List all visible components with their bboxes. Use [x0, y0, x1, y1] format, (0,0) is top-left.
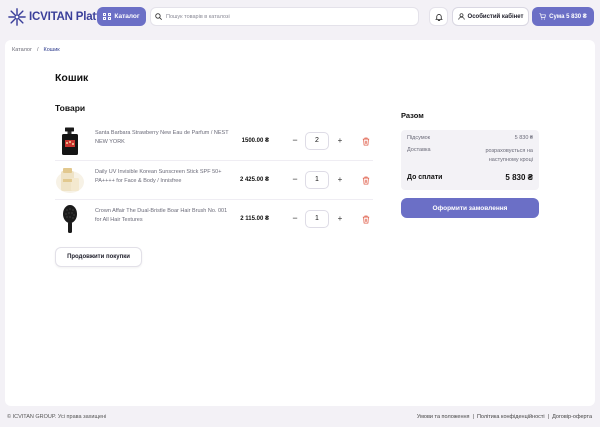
delivery-value-line1: розраховується на: [485, 148, 533, 154]
search-icon: [155, 13, 162, 20]
grid-icon: [103, 12, 111, 21]
quantity-input[interactable]: 1: [305, 210, 329, 228]
header: ICVITAN Platform Каталог Пошук товарів в…: [0, 0, 600, 36]
notifications-button[interactable]: [429, 7, 448, 26]
product-price: 1500.00 ₴: [241, 138, 269, 144]
product-name[interactable]: Daily UV Invisible Korean Sunscreen Stic…: [95, 168, 235, 185]
cart-icon: [539, 13, 546, 20]
total-label: До сплати: [407, 174, 443, 181]
trash-icon[interactable]: [362, 215, 370, 224]
perfume-bottle-icon[interactable]: [55, 126, 85, 156]
total-row: До сплати 5 830 ₴: [407, 173, 533, 182]
summary-title: Разом: [401, 111, 424, 120]
footer-links: Умови та положення | Політика конфіденці…: [417, 414, 592, 420]
sunscreen-stick-icon[interactable]: [55, 165, 85, 195]
product-price: 2 425.00 ₴: [239, 177, 269, 183]
increase-qty-button[interactable]: +: [336, 174, 344, 185]
checkout-button[interactable]: Оформити замовлення: [401, 198, 539, 218]
summary-box: Підсумок 5 830 ₴ Доставка розраховується…: [401, 130, 539, 190]
continue-shopping-button[interactable]: Продовжити покупки: [55, 247, 142, 267]
quantity-input[interactable]: 2: [305, 132, 329, 150]
product-price: 2 115.00 ₴: [240, 216, 269, 222]
search-placeholder: Пошук товарів в каталозі: [166, 13, 230, 20]
cart-item-row: Santa Barbara Strawberry New Eau de Parf…: [55, 122, 373, 161]
breadcrumb: Каталог / Кошик: [12, 47, 60, 53]
decrease-qty-button[interactable]: −: [291, 174, 299, 185]
breadcrumb-catalog-link[interactable]: Каталог: [12, 47, 32, 53]
delivery-value-line2: наступному кроці: [488, 157, 533, 163]
quantity-input[interactable]: 1: [305, 171, 329, 189]
subtotal-value: 5 830 ₴: [514, 135, 533, 141]
subtotal-label: Підсумок: [407, 135, 431, 141]
search-input[interactable]: Пошук товарів в каталозі: [150, 7, 419, 26]
terms-link[interactable]: Умови та положення: [417, 414, 470, 420]
catalog-button[interactable]: Каталог: [97, 7, 146, 26]
total-value: 5 830 ₴: [505, 173, 533, 182]
decrease-qty-button[interactable]: −: [291, 135, 299, 146]
delivery-row: Доставка розраховується на наступному кр…: [407, 147, 533, 163]
delivery-label: Доставка: [407, 147, 431, 153]
footer-separator: |: [547, 414, 550, 420]
breadcrumb-current: Кошик: [43, 47, 60, 53]
cart-item-row: Crown Affair The Dual-Bristle Boar Hair …: [55, 200, 373, 239]
catalog-button-label: Каталог: [114, 13, 140, 20]
cart-button-label: Сума 5 830 ₴: [549, 13, 587, 20]
main-content: Каталог / Кошик Кошик Товари Santa Barba…: [5, 40, 595, 406]
bell-icon: [434, 13, 443, 21]
breadcrumb-separator: /: [37, 47, 39, 53]
trash-icon[interactable]: [362, 137, 370, 146]
subtotal-row: Підсумок 5 830 ₴: [407, 135, 533, 141]
increase-qty-button[interactable]: +: [336, 135, 344, 146]
account-button-label: Особистий кабінет: [467, 13, 524, 20]
trash-icon[interactable]: [362, 176, 370, 185]
account-button[interactable]: Особистий кабінет: [452, 7, 529, 26]
cart-item-row: Daily UV Invisible Korean Sunscreen Stic…: [55, 161, 373, 200]
products-section-title: Товари: [55, 103, 86, 113]
footer: © ICVITAN GROUP. Усі права захищені Умов…: [0, 407, 600, 427]
user-icon: [457, 13, 465, 20]
product-name[interactable]: Santa Barbara Strawberry New Eau de Parf…: [95, 129, 235, 146]
decrease-qty-button[interactable]: −: [291, 213, 299, 224]
delivery-value: розраховується на наступному кроці: [485, 147, 533, 165]
hair-brush-icon[interactable]: [55, 204, 85, 234]
increase-qty-button[interactable]: +: [336, 213, 344, 224]
product-name[interactable]: Crown Affair The Dual-Bristle Boar Hair …: [95, 207, 235, 224]
logo-star-icon: [8, 8, 26, 26]
offer-link[interactable]: Договір-оферта: [552, 414, 592, 420]
page-title: Кошик: [55, 72, 89, 84]
cart-button[interactable]: Сума 5 830 ₴: [532, 7, 594, 26]
privacy-link[interactable]: Політика конфіденційності: [477, 414, 545, 420]
copyright: © ICVITAN GROUP. Усі права захищені: [7, 414, 107, 420]
footer-separator: |: [472, 414, 474, 420]
